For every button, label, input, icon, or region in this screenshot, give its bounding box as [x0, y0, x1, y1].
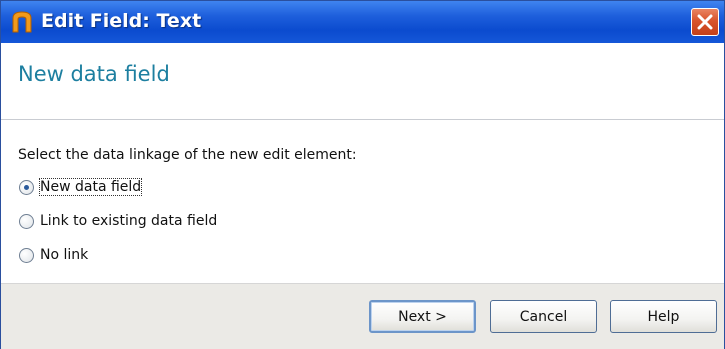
- radio-button[interactable]: [19, 247, 34, 263]
- cancel-button[interactable]: Cancel: [490, 300, 597, 333]
- dialog-window: Edit Field: Text New data field Select t…: [0, 0, 725, 349]
- content-area: Select the data linkage of the new edit …: [1, 120, 724, 282]
- close-button[interactable]: [691, 8, 719, 36]
- radio-new-data-field[interactable]: New data field: [19, 177, 143, 197]
- app-logo-icon: [11, 10, 33, 34]
- radio-link-existing[interactable]: Link to existing data field: [19, 211, 217, 231]
- radio-no-link[interactable]: No link: [19, 245, 88, 265]
- help-button[interactable]: Help: [610, 300, 717, 333]
- next-button[interactable]: Next >: [369, 300, 476, 333]
- window-title: Edit Field: Text: [41, 10, 202, 32]
- title-bar[interactable]: Edit Field: Text: [1, 1, 724, 43]
- button-bar: Next > Cancel Help: [1, 283, 724, 349]
- radio-label: Link to existing data field: [40, 213, 218, 229]
- radio-label: No link: [40, 247, 89, 263]
- radio-button[interactable]: [19, 213, 34, 229]
- radio-button-checked[interactable]: [19, 179, 34, 195]
- wizard-header: New data field: [1, 43, 724, 120]
- prompt-text: Select the data linkage of the new edit …: [18, 147, 357, 163]
- page-title: New data field: [18, 62, 170, 86]
- radio-label: New data field: [38, 178, 143, 196]
